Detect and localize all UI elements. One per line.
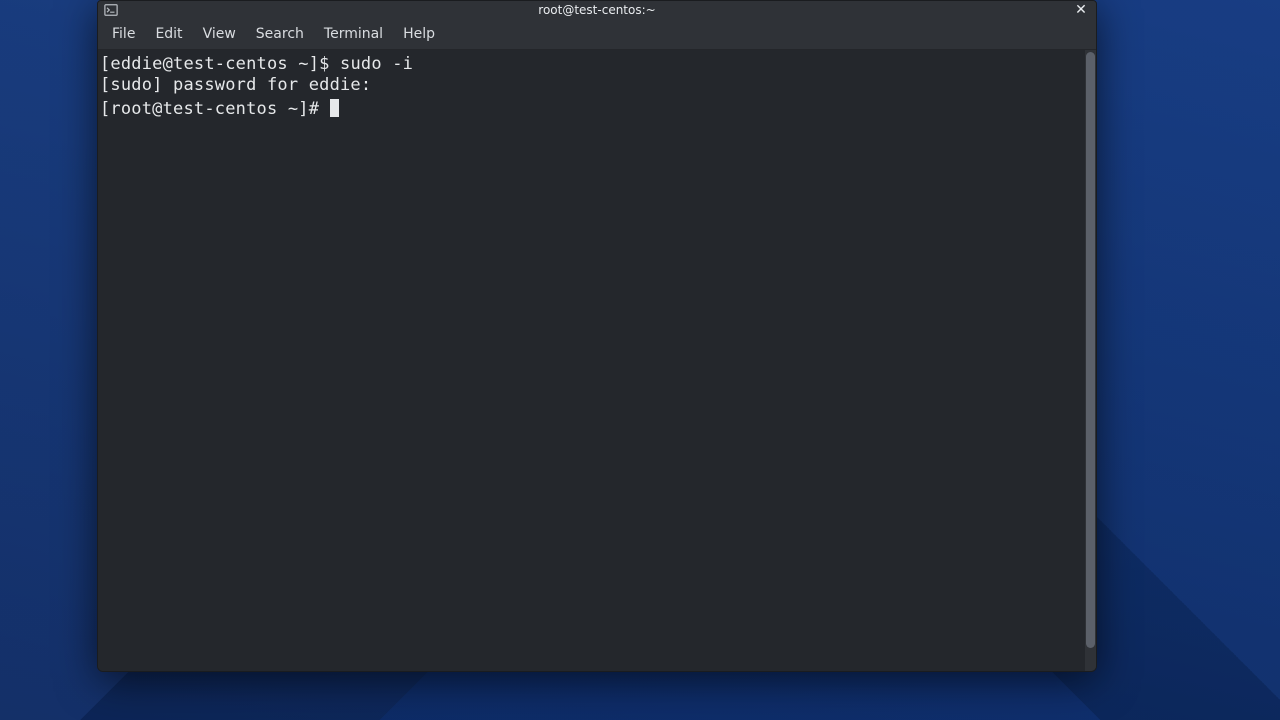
scrollbar-thumb[interactable] bbox=[1086, 52, 1095, 648]
titlebar[interactable]: root@test-centos:~ ✕ bbox=[98, 1, 1096, 19]
window-controls: ✕ bbox=[1072, 1, 1090, 19]
terminal-area: [eddie@test-centos ~]$ sudo -i[sudo] pas… bbox=[98, 50, 1096, 671]
terminal-line: [sudo] password for eddie: bbox=[100, 75, 1083, 96]
menu-terminal[interactable]: Terminal bbox=[314, 22, 393, 46]
close-icon[interactable]: ✕ bbox=[1072, 1, 1090, 19]
terminal-output[interactable]: [eddie@test-centos ~]$ sudo -i[sudo] pas… bbox=[98, 50, 1085, 671]
menubar: File Edit View Search Terminal Help bbox=[98, 19, 1096, 50]
terminal-line: [root@test-centos ~]# bbox=[100, 96, 1083, 120]
line-text: [sudo] password for eddie: bbox=[100, 75, 371, 95]
menu-help[interactable]: Help bbox=[393, 22, 445, 46]
menu-file[interactable]: File bbox=[102, 22, 145, 46]
prompt: [root@test-centos ~]# bbox=[100, 99, 330, 119]
window-title: root@test-centos:~ bbox=[98, 3, 1096, 17]
cursor bbox=[330, 99, 339, 117]
menu-search[interactable]: Search bbox=[246, 22, 314, 46]
terminal-icon bbox=[104, 3, 118, 17]
terminal-window: root@test-centos:~ ✕ File Edit View Sear… bbox=[97, 0, 1097, 672]
desktop: root@test-centos:~ ✕ File Edit View Sear… bbox=[0, 0, 1280, 720]
terminal-line: [eddie@test-centos ~]$ sudo -i bbox=[100, 54, 1083, 75]
scrollbar[interactable] bbox=[1085, 50, 1096, 671]
prompt: [eddie@test-centos ~]$ bbox=[100, 54, 340, 74]
menu-view[interactable]: View bbox=[193, 22, 246, 46]
menu-edit[interactable]: Edit bbox=[145, 22, 192, 46]
line-text: sudo -i bbox=[340, 54, 413, 74]
